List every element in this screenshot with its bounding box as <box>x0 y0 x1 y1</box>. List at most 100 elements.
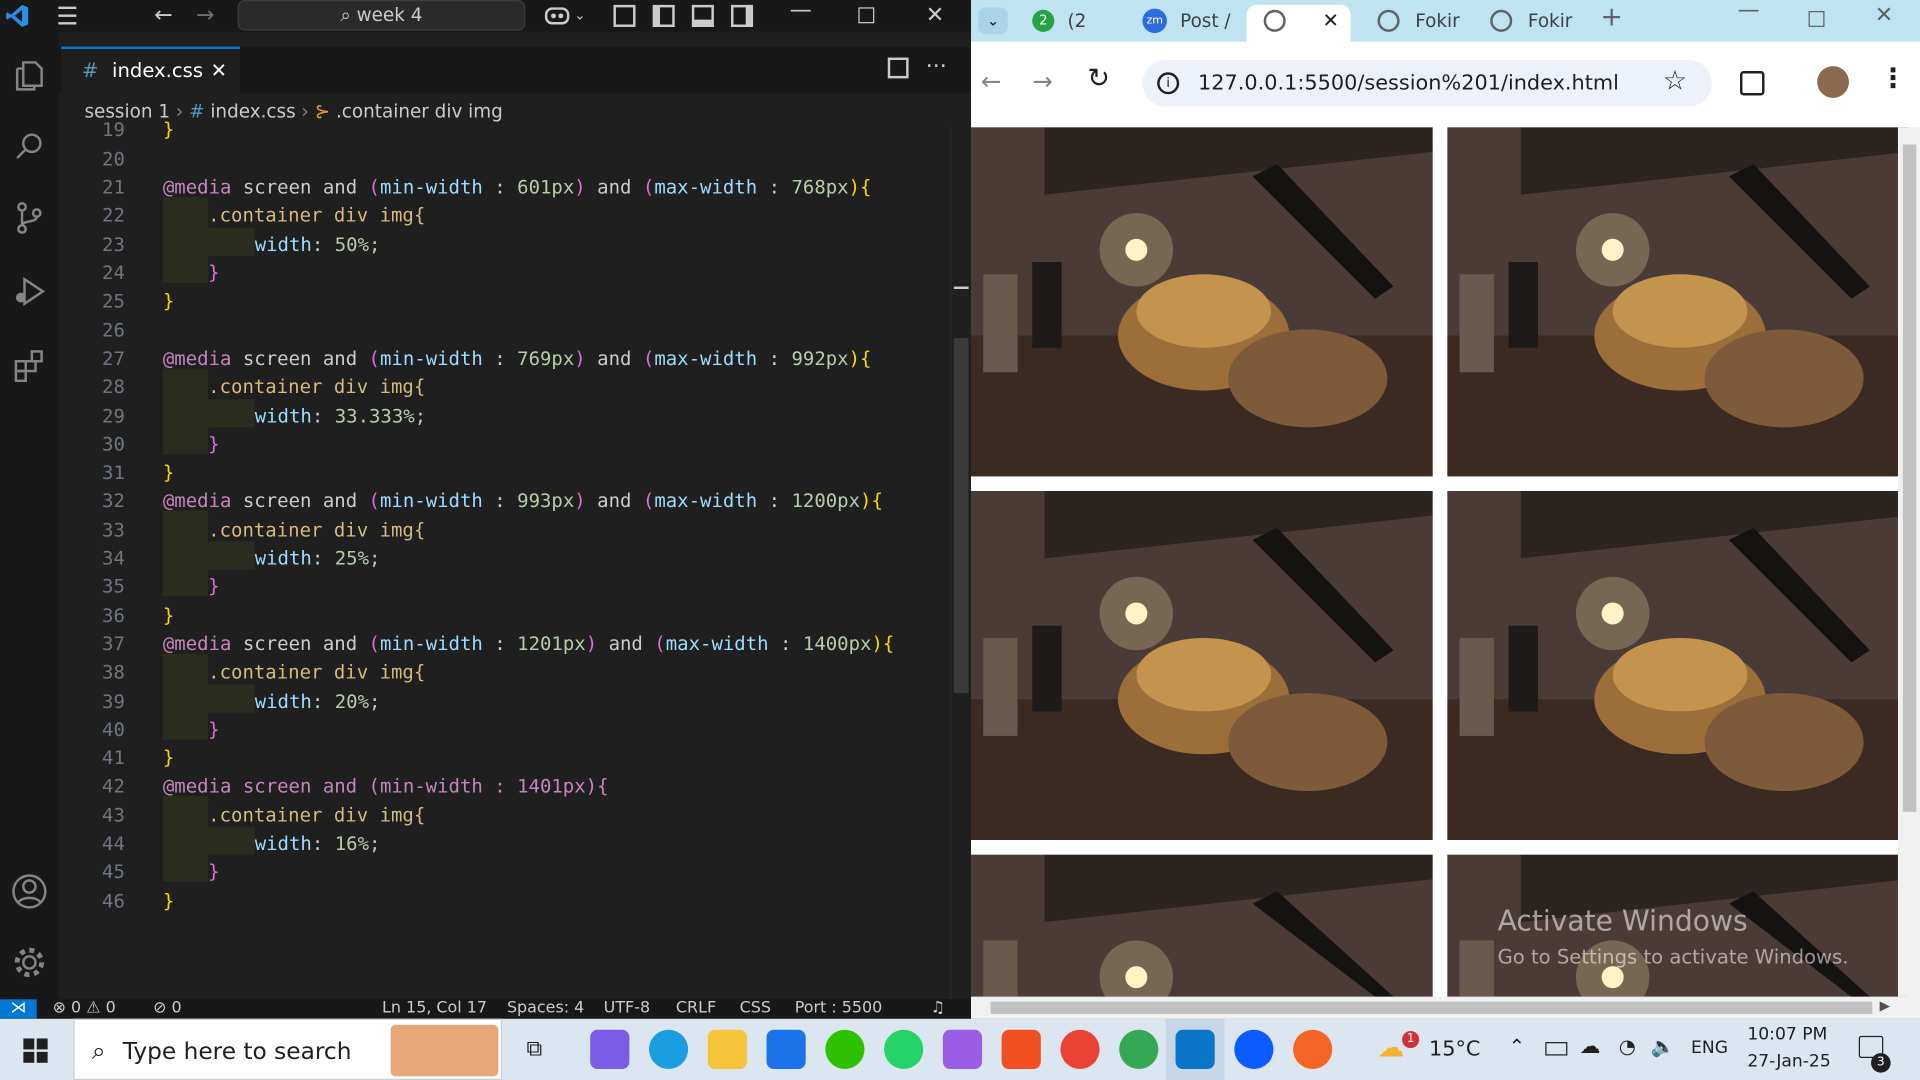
weather-badge: 1 <box>1402 1031 1420 1049</box>
remote-icon[interactable]: ⋊ <box>0 999 37 1019</box>
file-explorer-icon[interactable] <box>707 1029 747 1069</box>
tab-search-chevron-icon[interactable]: ⌄ <box>978 7 1008 35</box>
scroll-right-icon[interactable]: ▶ <box>1880 998 1890 1014</box>
reload-icon[interactable]: ↻ <box>1087 64 1110 95</box>
maximize-icon[interactable] <box>858 7 875 24</box>
whatsapp-icon[interactable] <box>884 1029 924 1069</box>
line-number: 31 <box>102 461 125 484</box>
toggle-sidebar-icon[interactable] <box>652 4 675 27</box>
page-horizontal-scrollbar[interactable]: ▶ <box>971 996 1920 1019</box>
tab-label: Fokir <box>1527 9 1573 32</box>
breadcrumb-file[interactable]: index.css <box>210 100 295 122</box>
site-info-icon[interactable]: i <box>1157 72 1180 95</box>
run-debug-icon[interactable] <box>5 267 54 316</box>
back-arrow-icon[interactable]: ← <box>154 0 172 32</box>
tab-zoom-post[interactable]: zm Post / <box>1130 5 1238 42</box>
gear-icon[interactable] <box>5 938 54 987</box>
back-arrow-icon[interactable]: ← <box>981 66 1002 95</box>
wifi-icon[interactable]: ◔ <box>1619 1035 1636 1058</box>
bookmark-star-icon[interactable]: ☆ <box>1663 66 1687 97</box>
encoding-status[interactable]: UTF-8 <box>604 999 650 1019</box>
tab-close-icon[interactable]: ✕ <box>211 49 227 93</box>
weather-temp[interactable]: 15°C <box>1429 1037 1480 1061</box>
more-actions-icon[interactable]: ··· <box>926 47 947 89</box>
close-icon[interactable]: ✕ <box>1875 2 1893 28</box>
search-icon[interactable] <box>5 122 54 171</box>
tab-index-css[interactable]: # index.css ✕ <box>61 46 241 94</box>
tab-active[interactable]: ✕ <box>1246 4 1351 42</box>
scrollbar-thumb[interactable] <box>990 1001 1873 1014</box>
toggle-secondary-sidebar-icon[interactable] <box>731 4 754 27</box>
layout-customize-icon[interactable] <box>613 4 636 27</box>
language-indicator[interactable]: ENG <box>1691 1038 1728 1058</box>
indent-guide <box>208 227 255 256</box>
code-line: } <box>162 890 175 913</box>
minimize-icon[interactable]: — <box>790 0 812 27</box>
more-menu-icon[interactable]: ⋮ <box>1880 64 1907 95</box>
edge-icon[interactable] <box>648 1029 689 1069</box>
avatar[interactable] <box>1817 66 1849 98</box>
extensions-icon[interactable] <box>5 340 54 389</box>
tab-fokir-1[interactable]: Fokir <box>1365 5 1465 42</box>
scrollbar-thumb[interactable] <box>953 337 969 694</box>
ports-indicator[interactable]: ⊘ 0 <box>153 999 182 1019</box>
new-tab-icon[interactable]: + <box>1600 2 1623 33</box>
accounts-icon[interactable] <box>5 867 54 916</box>
eol-status[interactable]: CRLF <box>676 999 716 1019</box>
editor-scrollbar[interactable] <box>950 127 972 1000</box>
live-server-port[interactable]: Port : 5500 <box>795 999 883 1019</box>
weather-icon[interactable]: ☁ <box>1378 1033 1405 1064</box>
scrollbar-thumb[interactable] <box>1902 144 1917 812</box>
bell-icon[interactable]: ♫ <box>931 999 945 1019</box>
chrome-icon[interactable] <box>1060 1029 1100 1069</box>
tab-close-icon[interactable]: ✕ <box>1322 5 1338 37</box>
split-editor-icon[interactable] <box>887 57 909 79</box>
close-icon[interactable]: ✕ <box>926 0 944 32</box>
page-vertical-scrollbar[interactable] <box>1897 127 1920 997</box>
minimize-icon[interactable]: — <box>1738 0 1760 23</box>
toggle-panel-icon[interactable] <box>691 4 714 27</box>
address-bar[interactable]: i 127.0.0.1:5500/session%201/index.html <box>1142 60 1712 107</box>
forward-arrow-icon[interactable]: → <box>196 0 214 32</box>
forward-arrow-icon[interactable]: → <box>1032 66 1053 95</box>
menu-icon[interactable]: ☰ <box>56 0 78 32</box>
bakery-image <box>971 127 1433 477</box>
photos-icon[interactable] <box>766 1029 806 1069</box>
app-icon[interactable] <box>1293 1029 1333 1069</box>
source-control-icon[interactable] <box>5 193 54 242</box>
chevron-down-icon[interactable]: ⌄ <box>574 0 585 32</box>
chevron-up-icon[interactable]: ⌃ <box>1509 1035 1525 1058</box>
copilot-icon[interactable] <box>590 1029 630 1069</box>
extensions-icon[interactable] <box>1740 71 1765 96</box>
wechat-icon[interactable] <box>825 1029 865 1069</box>
windows-start-icon[interactable] <box>23 1038 48 1063</box>
cursor-position[interactable]: Ln 15, Col 17 <box>382 999 487 1019</box>
maximize-icon[interactable] <box>1808 11 1825 27</box>
task-view-icon[interactable]: ⧉ <box>527 1036 543 1062</box>
battery-icon[interactable] <box>1545 1042 1568 1056</box>
problems-indicator[interactable]: ⊗ 0 ⚠ 0 <box>53 999 116 1019</box>
explorer-icon[interactable] <box>5 51 54 100</box>
clock-date[interactable]: 27-Jan-25 <box>1747 1052 1830 1072</box>
vscode-titlebar: ☰ ← → ⌕ week 4 ⌄ — ✕ <box>0 0 972 32</box>
breadcrumb-symbol[interactable]: .container div img <box>336 100 503 122</box>
microsoft-store-icon[interactable] <box>1001 1029 1041 1069</box>
code-line-selector: .container div img{ <box>208 375 426 398</box>
copilot-icon[interactable] <box>544 2 571 26</box>
indentation-status[interactable]: Spaces: 4 <box>507 999 584 1019</box>
clock-time[interactable]: 10:07 PM <box>1747 1025 1827 1045</box>
language-mode[interactable]: CSS <box>740 999 771 1019</box>
chrome-profile-icon[interactable] <box>1119 1029 1159 1069</box>
tab-fokir-2[interactable]: Fokir <box>1478 5 1578 42</box>
onedrive-icon[interactable]: ☁ <box>1580 1035 1601 1059</box>
chevron-right-icon: › <box>175 100 190 123</box>
volume-icon[interactable]: 🔈 <box>1651 1035 1675 1058</box>
tab-whatsapp[interactable]: 2 (2 🔊 <box>1020 5 1118 64</box>
search-icon: ⌕ <box>91 1035 106 1066</box>
zoom-icon[interactable] <box>1234 1029 1274 1069</box>
microsoft-365-icon[interactable] <box>942 1029 983 1069</box>
code-editor[interactable]: 19 20 21 22 23 24 25 26 27 28 29 30 31 3… <box>59 119 950 999</box>
vscode-taskbar-button[interactable] <box>1165 1018 1225 1080</box>
taskbar-search-input[interactable]: ⌕ Type here to search <box>73 1018 503 1080</box>
command-search-input[interactable]: ⌕ week 4 <box>237 0 526 31</box>
